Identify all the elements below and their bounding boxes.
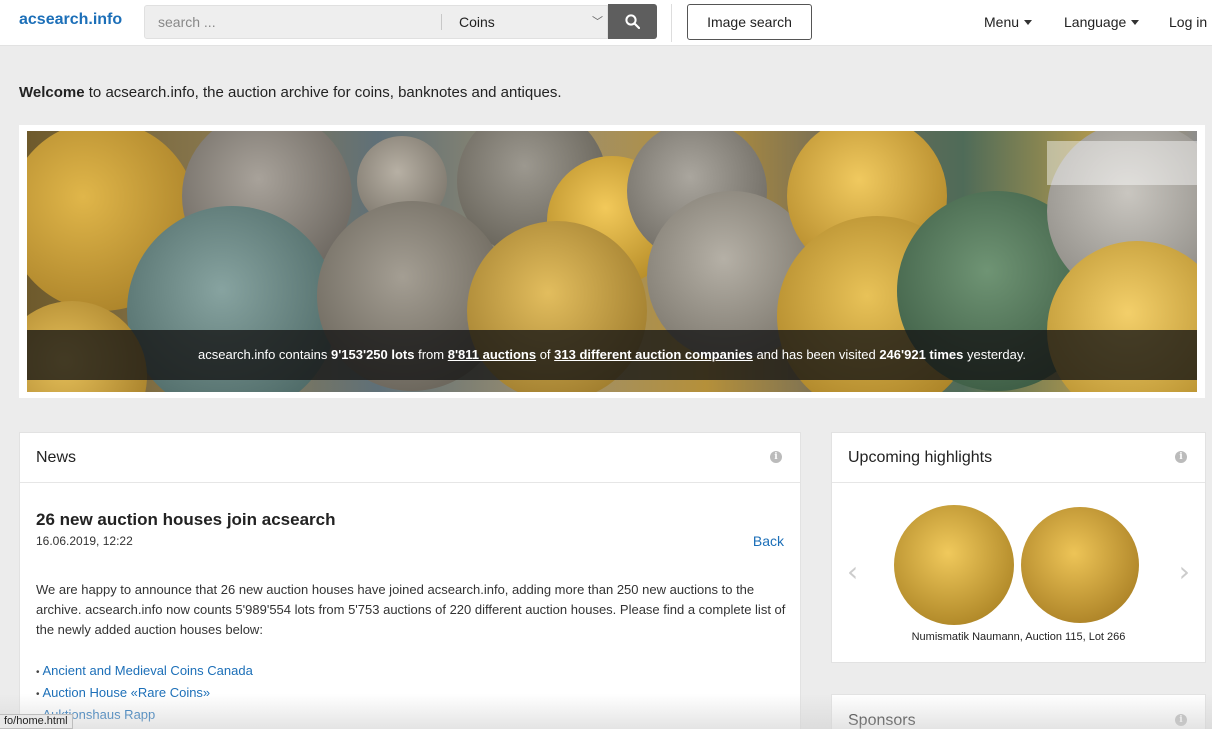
login-link[interactable]: Log in xyxy=(1169,14,1207,30)
coin-collage-banner: acsearch.info contains 9'153'250 lots fr… xyxy=(27,131,1197,392)
caret-down-icon xyxy=(1024,19,1033,25)
news-date: 16.06.2019, 12:22 xyxy=(36,534,133,548)
highlights-panel-title: Upcoming highlights xyxy=(848,449,993,466)
highlight-image[interactable] xyxy=(892,501,1145,626)
site-logo[interactable]: acsearch.info xyxy=(19,11,122,29)
stats-prefix: acsearch.info contains xyxy=(198,347,331,362)
info-icon[interactable]: i xyxy=(1175,451,1187,463)
search-input[interactable] xyxy=(145,6,440,38)
news-panel-title: News xyxy=(36,449,77,466)
highlights-panel: Upcoming highlights i ‹ › Numismatik Nau… xyxy=(831,432,1206,663)
menu-label: Menu xyxy=(984,14,1020,30)
highlights-panel-header: Upcoming highlights i xyxy=(832,433,1205,483)
banner-frame: acsearch.info contains 9'153'250 lots fr… xyxy=(19,125,1205,398)
menu-dropdown[interactable]: Menu xyxy=(984,14,1033,30)
banner-overlay xyxy=(1047,141,1197,185)
stats-visits: 246'921 times xyxy=(879,347,964,362)
bullet: • xyxy=(36,667,40,678)
list-item[interactable]: • Auction House «Rare Coins» xyxy=(36,683,253,705)
welcome-rest: to acsearch.info, the auction archive fo… xyxy=(84,84,562,101)
news-panel: News i 26 new auction houses join acsear… xyxy=(19,432,801,729)
stats-bar: acsearch.info contains 9'153'250 lots fr… xyxy=(27,330,1197,380)
coin-obverse xyxy=(894,505,1014,625)
coin-reverse xyxy=(1021,507,1139,623)
caret-down-icon xyxy=(1131,19,1140,25)
stats-visited: and has been visited xyxy=(752,347,880,362)
news-body: We are happy to announce that 26 new auc… xyxy=(36,582,786,637)
sponsors-panel: Sponsors i xyxy=(831,694,1206,729)
stats-of: of xyxy=(536,347,555,362)
companies-link[interactable]: 313 different auction companies xyxy=(554,347,753,362)
stats-suffix: yesterday. xyxy=(963,347,1026,362)
category-select-value: Coins xyxy=(459,14,495,30)
list-item[interactable]: • Ancient and Medieval Coins Canada xyxy=(36,661,253,683)
chevron-right-icon[interactable]: › xyxy=(1179,555,1190,588)
info-icon[interactable]: i xyxy=(770,451,782,463)
status-url-tooltip: fo/home.html xyxy=(0,714,73,729)
auctions-link[interactable]: 8'811 auctions xyxy=(448,347,536,362)
chevron-left-icon[interactable]: ‹ xyxy=(847,555,858,588)
chevron-down-icon: ﹀ xyxy=(592,16,603,28)
search-button[interactable] xyxy=(608,4,657,39)
search-icon xyxy=(625,14,640,29)
search-box: Coins ﹀ xyxy=(144,5,608,39)
auction-house-link[interactable]: Ancient and Medieval Coins Canada xyxy=(43,663,253,678)
welcome-bold: Welcome xyxy=(19,84,85,101)
news-headline: 26 new auction houses join acsearch xyxy=(36,510,336,529)
language-dropdown[interactable]: Language xyxy=(1064,14,1140,30)
highlight-caption: Numismatik Naumann, Auction 115, Lot 266 xyxy=(911,631,1126,643)
sponsors-panel-title: Sponsors xyxy=(848,712,916,729)
top-navbar: acsearch.info Coins ﹀ Image search Menu … xyxy=(0,0,1212,46)
back-link[interactable]: Back xyxy=(753,533,784,549)
category-select[interactable]: Coins ﹀ xyxy=(443,6,609,38)
nav-divider xyxy=(671,4,672,42)
image-search-button[interactable]: Image search xyxy=(687,4,812,40)
news-panel-header: News i xyxy=(20,433,800,483)
language-label: Language xyxy=(1064,14,1127,30)
stats-lots: 9'153'250 lots xyxy=(330,347,415,362)
search-divider xyxy=(441,14,442,30)
welcome-text: Welcome to acsearch.info, the auction ar… xyxy=(19,84,562,101)
stats-from: from xyxy=(414,347,448,362)
auction-house-link[interactable]: Auction House «Rare Coins» xyxy=(43,685,211,700)
bullet: • xyxy=(36,689,40,700)
info-icon[interactable]: i xyxy=(1175,714,1187,726)
